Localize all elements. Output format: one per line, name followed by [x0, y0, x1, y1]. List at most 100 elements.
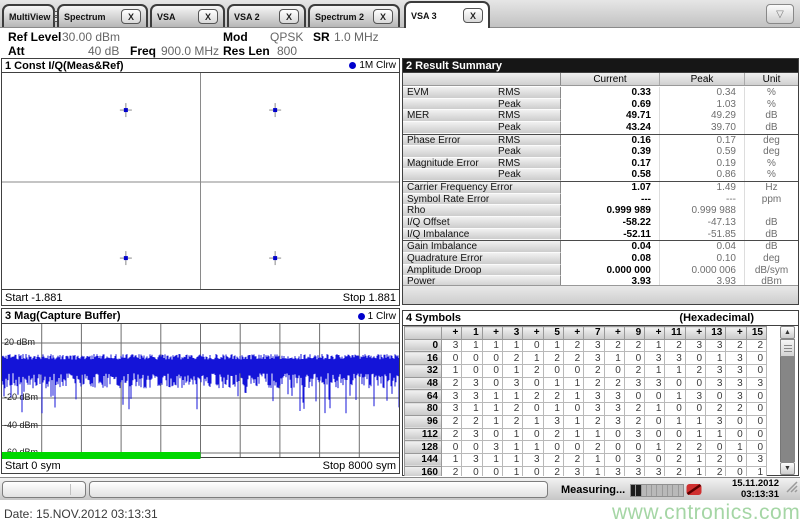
result-peak-value: 0.10	[659, 252, 744, 265]
mag-capture-title[interactable]: 3 Mag(Capture Buffer) 1 Clrw	[2, 309, 399, 324]
result-current-value: ---	[641, 193, 651, 205]
result-header-spacer	[403, 73, 561, 85]
symbol-value-cell: 0	[684, 402, 707, 416]
symbol-value-cell: 2	[603, 338, 625, 353]
result-row-sublabel: Peak	[498, 98, 521, 110]
symbol-value-cell: 2	[542, 452, 564, 467]
result-row-label: Peak	[403, 98, 561, 111]
result-summary-title[interactable]: 2 Result Summary	[403, 59, 798, 73]
result-row-sublabel: RMS	[498, 157, 521, 169]
symbols-col-header: 9	[623, 326, 646, 340]
result-unit: deg	[744, 146, 798, 158]
result-unit	[744, 205, 798, 218]
ref-level-value[interactable]: 30.00 dBm	[62, 30, 120, 44]
symbol-value-cell: 2	[623, 338, 646, 353]
desktop-footer: Date: 15.NOV.2012 03:13:31 www.cntronics…	[0, 500, 800, 525]
symbols-col-header: 11	[664, 326, 686, 340]
symbols-row-label: 64	[404, 389, 442, 404]
result-current-value: 1.07	[631, 182, 651, 194]
symbol-value-cell: 2	[542, 465, 564, 476]
symbol-value-cell: 0	[562, 402, 585, 416]
symbol-value-cell: 3	[684, 389, 707, 404]
res-len-value-text: 800	[277, 44, 298, 58]
scrollbar-up-button[interactable]: ▲	[780, 326, 795, 339]
constellation-point	[269, 103, 282, 118]
tab-close-button[interactable]: X	[279, 9, 299, 24]
symbol-value-cell: 3	[583, 402, 605, 416]
tab-vsa-2[interactable]: VSA 2 X	[227, 4, 306, 27]
result-unit: %	[744, 169, 798, 182]
mod-value-text: QPSK	[270, 30, 304, 44]
symbol-value-cell: 1	[562, 389, 585, 404]
tab-label: VSA	[157, 11, 176, 22]
freq-value[interactable]: 900.0 MHz	[161, 44, 219, 58]
result-current-value: -58.22	[622, 217, 651, 229]
result-row: Carrier Frequency Error 1.07 1.49 Hz	[403, 182, 798, 194]
symbol-value-cell: 1	[583, 452, 605, 467]
result-summary-panel: 2 Result Summary Current Peak Unit EVM RM…	[402, 58, 799, 305]
symbol-value-cell: 2	[542, 351, 564, 366]
tab-spectrum-2[interactable]: Spectrum 2 X	[308, 4, 400, 27]
symbol-value-cell: 0	[603, 427, 625, 442]
tab-overflow-button[interactable]: ▽	[766, 4, 794, 24]
result-unit: %	[744, 98, 798, 111]
symbols-col-header: 5	[542, 326, 564, 340]
scrollbar-thumb[interactable]	[780, 339, 795, 357]
mag-trace	[2, 354, 399, 459]
result-unit: dB	[744, 241, 798, 253]
res-len-value[interactable]: 800	[277, 44, 297, 58]
symbol-value-cell: 0	[623, 389, 646, 404]
symbol-value-cell: 2	[440, 414, 463, 429]
tab-close-button[interactable]: X	[198, 9, 218, 24]
mod-value[interactable]: QPSK	[270, 30, 303, 44]
scrollbar-down-button[interactable]: ▼	[780, 462, 795, 475]
tab-close-button[interactable]: X	[373, 9, 393, 24]
result-unit: ppm	[744, 193, 798, 206]
channel-bar: Ref Level 30.00 dBm Mod QPSK SR 1.0 MHz …	[0, 28, 800, 58]
symbols-row: 32 1 0 0 1 2 0 0 2 0 2 1 1 2 3 3 0	[404, 364, 767, 378]
result-row: Amplitude Droop 0.000 000 0.000 006 dB/sym	[403, 264, 798, 277]
symbols-col-header: +	[440, 326, 463, 340]
tab-label: VSA 2	[234, 11, 260, 22]
const-iq-panel-title[interactable]: 1 Const I/Q(Meas&Ref) 1M Clrw	[2, 59, 399, 73]
tab-close-button[interactable]: X	[463, 8, 483, 23]
res-len-label: Res Len	[223, 44, 270, 58]
symbol-value-cell: 1	[501, 338, 524, 353]
symbol-value-cell: 1	[644, 440, 666, 454]
tab-vsa-3[interactable]: VSA 3 X	[404, 1, 490, 28]
symbol-value-cell: 0	[603, 452, 625, 467]
symbol-value-cell: 1	[684, 465, 707, 476]
symbols-row-label: 80	[404, 402, 442, 416]
result-unit: %	[744, 87, 798, 99]
symbols-col-header: +	[481, 326, 503, 340]
result-peak-value: 0.86	[659, 169, 744, 182]
status-field-left	[2, 481, 86, 498]
result-row: Magnitude Error RMS 0.17 0.19%	[403, 157, 798, 170]
symbol-value-cell: 3	[603, 414, 625, 429]
symbols-col-header: +	[522, 326, 544, 340]
symbols-row-label: 160	[404, 465, 442, 476]
tab-vsa[interactable]: VSA X	[150, 4, 225, 27]
resize-grip[interactable]	[785, 480, 798, 498]
symbol-value-cell: 0	[440, 440, 463, 454]
symbol-value-cell: 1	[461, 402, 483, 416]
sr-value[interactable]: 1.0 MHz	[334, 30, 379, 44]
att-value[interactable]: 40 dB	[88, 44, 119, 58]
tab-multiview[interactable]: MultiView	[2, 4, 66, 27]
symbol-value-cell: 1	[684, 414, 707, 429]
symbols-scrollbar[interactable]: ▲ ▼	[780, 326, 795, 475]
tab-bar: ▽ MultiView Spectrum X VSA X VSA 2 X Spectrum 2…	[0, 0, 800, 28]
symbols-title[interactable]: 4 Symbols (Hexadecimal)	[403, 311, 798, 326]
symbol-value-cell: 3	[461, 427, 483, 442]
tab-spectrum[interactable]: Spectrum X	[57, 4, 148, 27]
symbol-value-cell: 2	[461, 414, 483, 429]
symbol-value-cell: 2	[664, 465, 686, 476]
symbol-value-cell: 2	[603, 376, 625, 391]
constellation-svg	[2, 73, 399, 291]
symbol-value-cell: 1	[522, 351, 544, 366]
tab-close-button[interactable]: X	[121, 9, 141, 24]
const-stop-label: Stop 1.881	[342, 291, 396, 304]
sr-label: SR	[313, 30, 330, 44]
scrollbar-track[interactable]	[780, 357, 795, 462]
trace-color-dot-icon	[349, 62, 357, 69]
